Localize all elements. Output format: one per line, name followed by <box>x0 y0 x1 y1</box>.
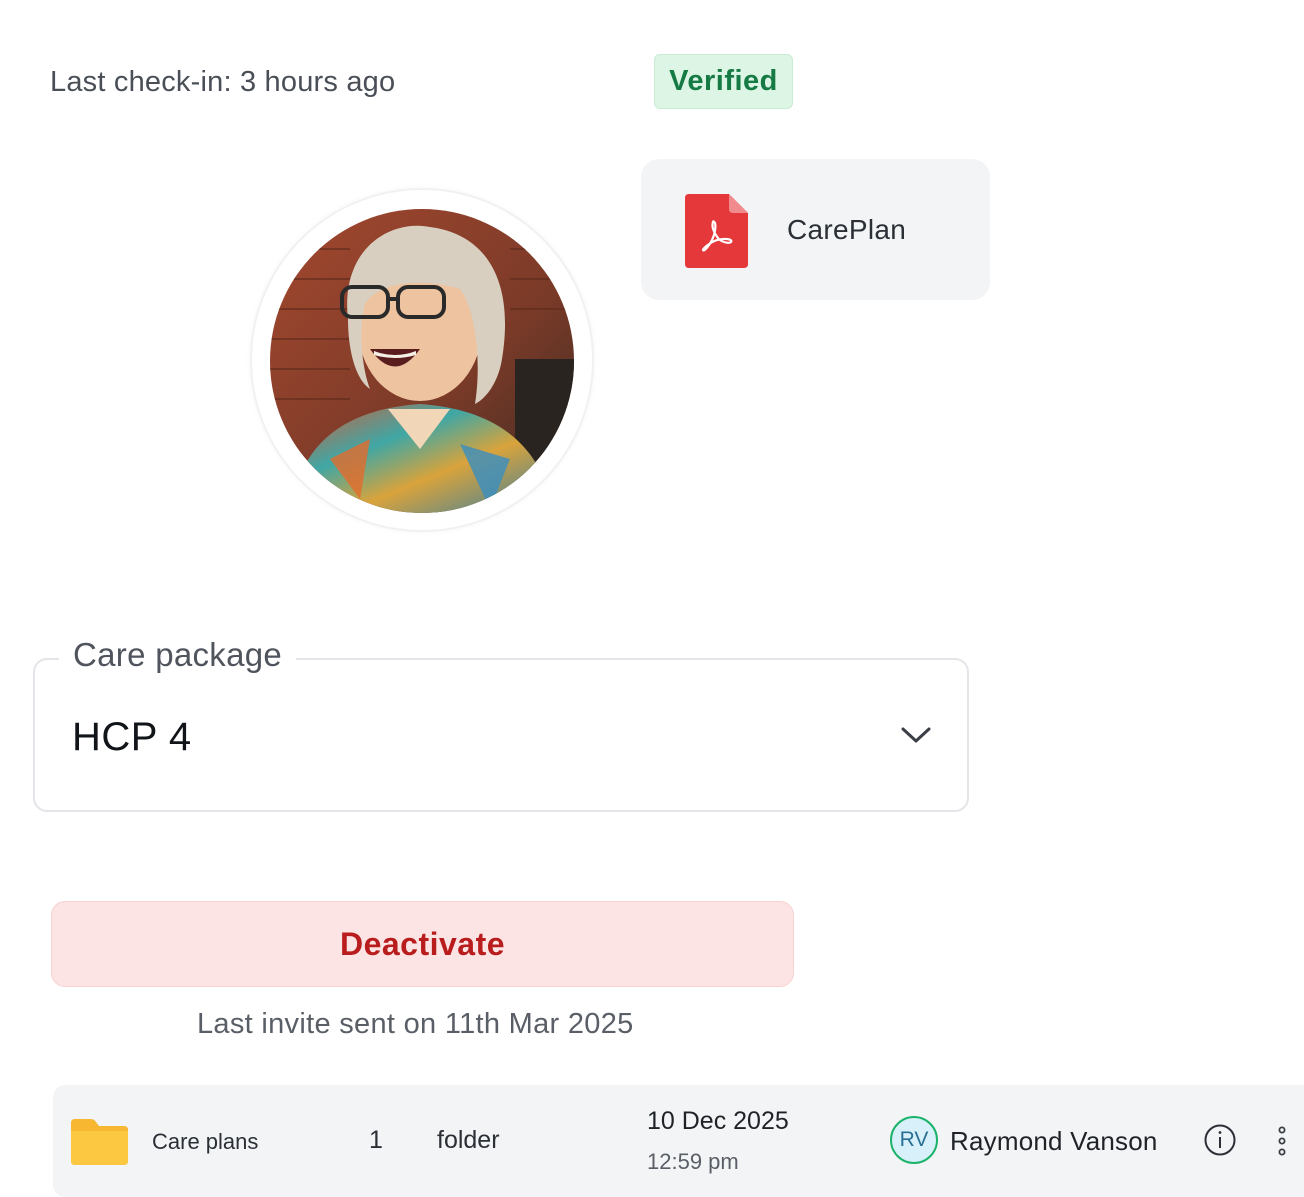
verified-badge: Verified <box>654 54 793 109</box>
row-modified-time: 12:59 pm <box>647 1149 739 1174</box>
row-item-count: 1 <box>369 1126 383 1154</box>
care-package-label: Care package <box>59 636 297 674</box>
owner-name: Raymond Vanson <box>950 1126 1158 1156</box>
last-checkin-text: Last check-in: 3 hours ago <box>50 66 396 98</box>
folder-icon <box>71 1119 128 1165</box>
careplan-file-name: CarePlan <box>787 214 907 245</box>
profile-avatar[interactable] <box>270 209 574 513</box>
page: Last check-in: 3 hours ago Verified Care… <box>0 0 1304 1197</box>
owner-avatar: RV <box>890 1116 938 1164</box>
careplan-file-card[interactable]: CarePlan <box>641 159 990 300</box>
pdf-file-icon <box>685 194 748 268</box>
profile-photo <box>270 209 574 513</box>
row-modified-date: 10 Dec 2025 <box>647 1107 789 1135</box>
last-invite-text: Last invite sent on 11th Mar 2025 <box>197 1008 634 1040</box>
chevron-down-icon[interactable] <box>899 724 933 746</box>
info-icon[interactable] <box>1204 1124 1236 1156</box>
care-package-select[interactable]: Care package HCP 4 <box>33 636 969 812</box>
row-file-type: folder <box>437 1126 500 1154</box>
row-file-name: Care plans <box>152 1129 259 1154</box>
file-list-row[interactable]: Care plans 1 folder 10 Dec 2025 12:59 pm… <box>53 1085 1304 1197</box>
more-options-icon[interactable] <box>1275 1125 1289 1157</box>
care-package-value: HCP 4 <box>72 715 192 759</box>
deactivate-button[interactable]: Deactivate <box>51 901 794 987</box>
